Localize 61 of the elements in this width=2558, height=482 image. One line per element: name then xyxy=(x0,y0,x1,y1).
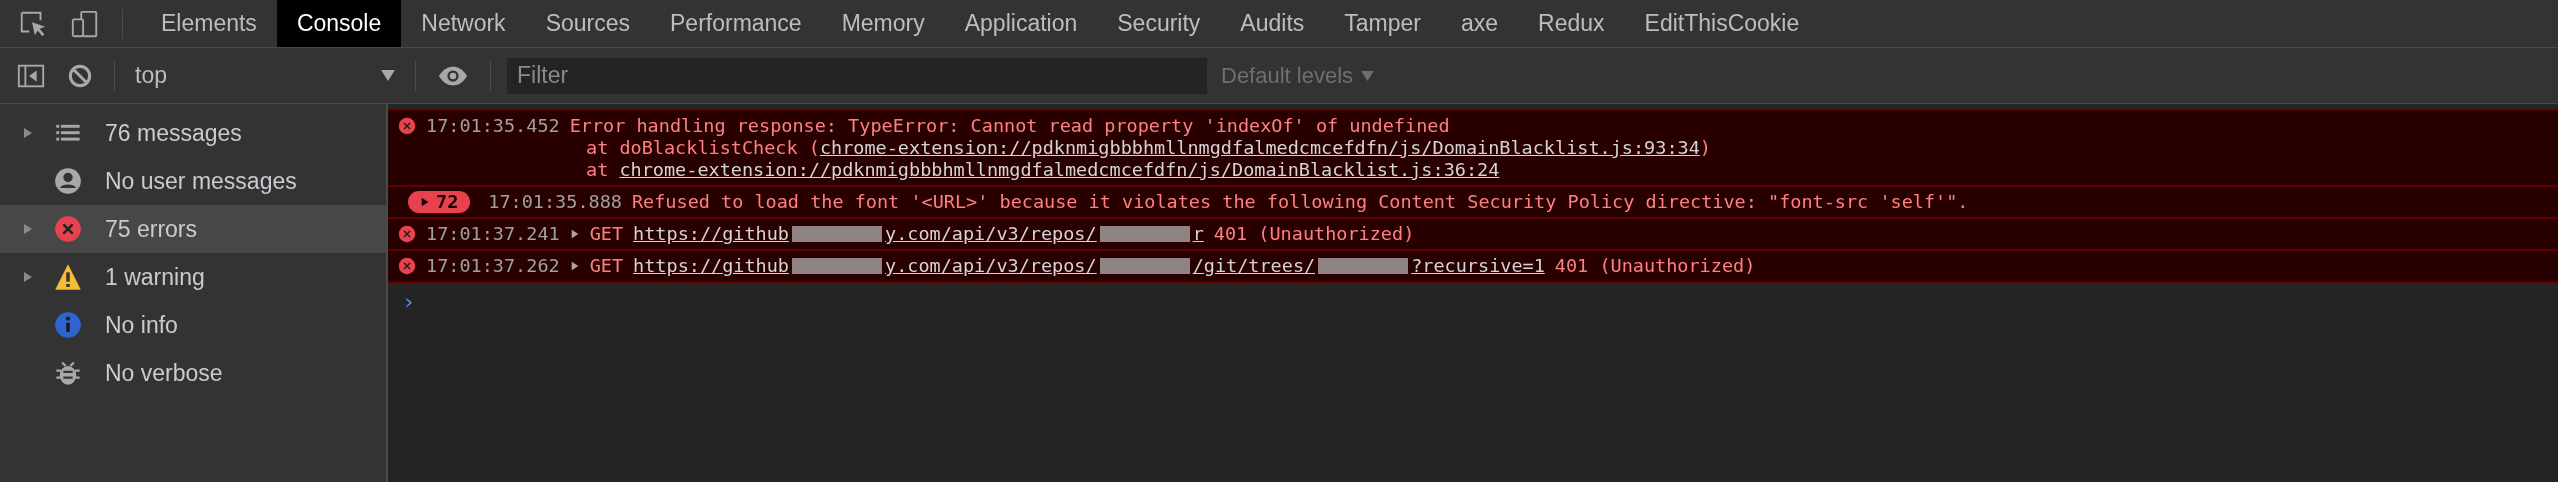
expand-arrow-icon[interactable] xyxy=(22,126,34,140)
request-url[interactable]: https://github y.com/api/v3/repos/ r xyxy=(633,223,1204,245)
info-icon xyxy=(54,311,82,339)
status-text: 401 (Unauthorized) xyxy=(1554,255,1756,277)
tab[interactable]: EditThisCookie xyxy=(1624,0,1820,47)
expand-arrow-icon[interactable] xyxy=(569,260,580,272)
dropdown-icon xyxy=(381,70,395,81)
error-icon xyxy=(398,117,416,135)
sidebar-item[interactable]: No info xyxy=(0,301,386,349)
tab[interactable]: Application xyxy=(944,0,1098,47)
tab[interactable]: Security xyxy=(1097,0,1221,47)
expand-arrow-icon[interactable] xyxy=(22,270,34,284)
status-text: 401 (Unauthorized) xyxy=(1213,223,1415,245)
timestamp: 17:01:37.241 xyxy=(426,223,560,245)
tab[interactable]: axe xyxy=(1441,0,1519,47)
sidebar-label: 75 errors xyxy=(105,215,198,243)
sidebar-item[interactable]: 76 messages xyxy=(0,109,386,157)
error-icon xyxy=(398,225,416,243)
sidebar-label: No user messages xyxy=(105,167,297,195)
tab[interactable]: Performance xyxy=(650,0,822,47)
sidebar-label: No info xyxy=(105,311,178,339)
sidebar-item[interactable]: 75 errors xyxy=(0,205,386,253)
tab[interactable]: Audits xyxy=(1220,0,1325,47)
filter-field[interactable]: Filter xyxy=(507,57,1207,94)
sidebar-label: 1 warning xyxy=(105,263,205,291)
error-text: Error handling response: TypeError: Cannot read property 'indexOf' of undefined xyxy=(569,115,1450,137)
stack-frame: at chrome-extension://pdknmigbbbhmllnmgdfalmedcmcefdfn/js/DomainBlacklist.js:36:24 xyxy=(586,159,1500,181)
stack-frame: at doBlacklistCheck (chrome-extension://pdknmigbbbhmllnmgdfalmedcmcefdfn/js/DomainBlacklist.js:93:34) xyxy=(586,137,1711,159)
context-selector[interactable]: top xyxy=(135,62,395,89)
tab[interactable]: Redux xyxy=(1518,0,1625,47)
sidebar-label: 76 messages xyxy=(105,119,242,147)
error-text: Refused to load the font '<URL>' because it violates the following Content Security Policy directive: "font-src 'self'". xyxy=(631,191,1969,213)
timestamp: 17:01:35.452 xyxy=(426,115,560,137)
expand-arrow-icon xyxy=(420,196,430,208)
tab[interactable]: Elements xyxy=(141,0,277,47)
source-link[interactable]: chrome-extension://pdknmigbbbhmllnmgdfalmedcmcefdfn/js/DomainBlacklist.js:93:34 xyxy=(819,137,1700,158)
error-icon xyxy=(54,215,82,243)
tab[interactable]: Console xyxy=(276,0,402,47)
request-url[interactable]: https://github y.com/api/v3/repos/ /git/trees/ ?recursive=1 xyxy=(633,255,1545,277)
sidebar-item[interactable]: No user messages xyxy=(0,157,386,205)
repeat-count-badge[interactable]: 72 xyxy=(408,191,471,213)
tab[interactable]: Network xyxy=(401,0,526,47)
console-prompt[interactable]: › xyxy=(388,283,422,314)
tab[interactable]: Sources xyxy=(525,0,650,47)
timestamp: 17:01:37.262 xyxy=(426,255,560,277)
http-method: GET xyxy=(589,255,624,277)
tab[interactable]: Tamper xyxy=(1324,0,1441,47)
user-icon xyxy=(54,167,82,195)
expand-arrow-icon[interactable] xyxy=(569,228,580,240)
sidebar-item[interactable]: No verbose xyxy=(0,349,386,397)
warning-icon xyxy=(54,263,82,291)
timestamp: 17:01:35.888 xyxy=(488,191,622,213)
device-icon[interactable] xyxy=(70,8,100,39)
sidebar-item[interactable]: 1 warning xyxy=(0,253,386,301)
dropdown-icon xyxy=(1361,70,1375,81)
error-icon xyxy=(398,257,416,275)
bug-icon xyxy=(54,359,82,387)
http-method: GET xyxy=(589,223,624,245)
source-link[interactable]: chrome-extension://pdknmigbbbhmllnmgdfalmedcmcefdfn/js/DomainBlacklist.js:36:24 xyxy=(619,159,1500,180)
tab[interactable]: Memory xyxy=(821,0,945,47)
sidebar-label: No verbose xyxy=(105,359,223,387)
